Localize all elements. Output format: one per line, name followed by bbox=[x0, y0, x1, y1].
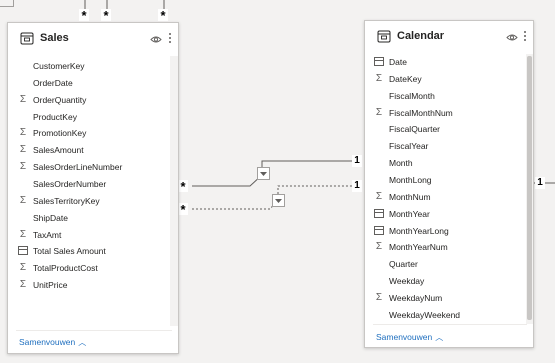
one-marker: 1 bbox=[535, 177, 545, 189]
field-label: MonthNum bbox=[389, 191, 431, 202]
many-marker: * bbox=[101, 9, 111, 23]
collapse-label: Samenvouwen bbox=[19, 337, 76, 347]
table-icon bbox=[20, 32, 34, 45]
one-marker: 1 bbox=[352, 155, 362, 167]
visibility-eye-icon[interactable] bbox=[150, 35, 162, 44]
field-label: SalesOrderLineNumber bbox=[33, 162, 123, 173]
field-label: MonthLong bbox=[389, 174, 432, 185]
field-label: FiscalMonthNum bbox=[389, 107, 453, 118]
one-marker: 1 bbox=[352, 180, 362, 192]
triangle-down-icon bbox=[260, 172, 267, 176]
more-options-icon[interactable] bbox=[523, 29, 527, 43]
collapse-button[interactable]: Samenvouwen ︿ bbox=[19, 337, 86, 348]
field-label: OrderQuantity bbox=[33, 94, 87, 105]
field-label: SalesAmount bbox=[33, 145, 84, 156]
calendar-icon bbox=[373, 54, 385, 70]
calendar-table-card[interactable]: Calendar Date Σ DateKey FiscalMonth Σ FiscalM… bbox=[364, 20, 534, 348]
footer-divider bbox=[16, 330, 172, 331]
scroll-thumb[interactable] bbox=[527, 56, 532, 320]
sigma-icon: Σ bbox=[19, 228, 27, 240]
sales-table-title: Sales bbox=[40, 32, 69, 44]
field-label: WeekdayWeekend bbox=[389, 309, 461, 320]
field-label: Month bbox=[389, 158, 413, 169]
field-label: SalesOrderNumber bbox=[33, 178, 107, 189]
filter-direction-arrow[interactable] bbox=[257, 167, 270, 180]
sigma-icon: Σ bbox=[19, 127, 27, 139]
sigma-icon: Σ bbox=[19, 262, 27, 274]
sigma-icon: Σ bbox=[19, 279, 27, 291]
field-label: UnitPrice bbox=[33, 280, 68, 291]
field-label: DateKey bbox=[389, 73, 422, 84]
sigma-icon: Σ bbox=[375, 190, 383, 202]
sigma-icon: Σ bbox=[375, 291, 383, 303]
collapse-label: Samenvouwen bbox=[376, 332, 433, 342]
field-label: TaxAmt bbox=[33, 229, 62, 240]
calendar-table-title: Calendar bbox=[397, 30, 445, 42]
sigma-icon: Σ bbox=[375, 106, 383, 118]
sigma-icon: Σ bbox=[375, 72, 383, 84]
sigma-icon: Σ bbox=[19, 144, 27, 156]
many-marker: * bbox=[158, 9, 168, 23]
field-label: MonthYearLong bbox=[389, 225, 449, 236]
calendar-icon bbox=[373, 223, 385, 239]
more-options-icon[interactable] bbox=[168, 31, 172, 45]
field-label: Date bbox=[389, 57, 407, 67]
field-label: OrderDate bbox=[33, 77, 73, 88]
field-label: Total Sales Amount bbox=[33, 246, 106, 257]
chevron-up-icon: ︿ bbox=[435, 333, 444, 342]
field-label: FiscalQuarter bbox=[389, 124, 441, 135]
calendar-table-header[interactable]: Calendar bbox=[365, 21, 533, 54]
visibility-eye-icon[interactable] bbox=[506, 33, 518, 42]
scrollbar[interactable] bbox=[170, 56, 178, 326]
field-label: TotalProductCost bbox=[33, 263, 98, 274]
field-label: Quarter bbox=[389, 259, 418, 270]
measure-table-icon bbox=[17, 243, 29, 259]
triangle-down-icon bbox=[275, 199, 282, 203]
field-label: PromotionKey bbox=[33, 128, 87, 139]
sigma-icon: Σ bbox=[19, 161, 27, 173]
chevron-up-icon: ︿ bbox=[78, 338, 87, 347]
collapse-button[interactable]: Samenvouwen ︿ bbox=[376, 332, 443, 343]
footer-divider bbox=[373, 324, 527, 325]
calendar-icon bbox=[373, 206, 385, 222]
field-label: CustomerKey bbox=[33, 61, 85, 71]
field-label: FiscalMonth bbox=[389, 90, 435, 101]
many-marker: * bbox=[178, 203, 188, 217]
sigma-icon: Σ bbox=[375, 241, 383, 253]
field-label: MonthYearNum bbox=[389, 242, 448, 253]
sigma-icon: Σ bbox=[19, 93, 27, 105]
many-marker: * bbox=[79, 9, 89, 23]
field-label: FiscalYear bbox=[389, 141, 429, 152]
field-label: Weekday bbox=[389, 276, 425, 287]
filter-direction-arrow-dotted[interactable] bbox=[272, 194, 285, 207]
field-label: ShipDate bbox=[33, 212, 68, 223]
field-label: ProductKey bbox=[33, 111, 77, 122]
many-marker: * bbox=[178, 180, 188, 194]
sigma-icon: Σ bbox=[19, 194, 27, 206]
sales-table-card[interactable]: Sales CustomerKey OrderDate Σ OrderQuantity… bbox=[7, 22, 179, 354]
field-label: WeekdayNum bbox=[389, 292, 443, 303]
field-label: SalesTerritoryKey bbox=[33, 195, 100, 206]
sales-table-header[interactable]: Sales bbox=[8, 23, 178, 56]
scrollbar[interactable] bbox=[526, 54, 533, 324]
field-label: MonthYear bbox=[389, 208, 430, 219]
table-icon bbox=[377, 30, 391, 43]
